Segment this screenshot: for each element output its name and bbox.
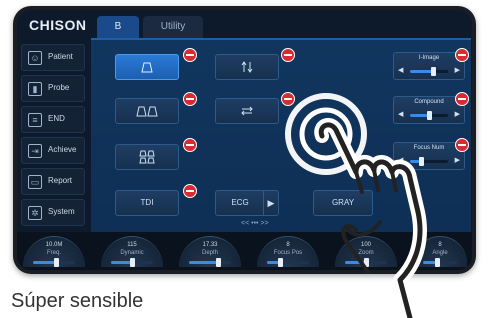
sidebar-item-label: System <box>48 207 75 216</box>
remove-button[interactable] <box>281 48 295 62</box>
tab-b-mode[interactable]: B <box>97 16 139 38</box>
tdi-button[interactable]: TDI <box>115 190 179 216</box>
brand-logo: CHISON <box>29 17 87 33</box>
touch-hand-icon <box>285 93 427 318</box>
tab-utility[interactable]: Utility <box>143 16 203 38</box>
slider-track <box>410 67 448 76</box>
slider-label: I-Image <box>418 55 440 61</box>
knob-value: 10.0M <box>45 242 63 248</box>
knob-level-handle[interactable] <box>130 258 135 267</box>
slider-knob[interactable] <box>430 67 436 76</box>
sidebar-item-patient[interactable]: ☺ Patient <box>21 44 85 71</box>
ecg-label: ECG <box>231 198 249 207</box>
sidebar-item-label: Report <box>48 176 73 185</box>
knob-name: Dynamic <box>120 250 144 256</box>
gear-icon: ✲ <box>28 206 42 220</box>
knob-level <box>189 258 231 267</box>
report-icon: ▭ <box>28 175 42 189</box>
left-arrow-icon[interactable]: ◀ <box>398 66 403 74</box>
right-arrow-icon[interactable]: ▶ <box>455 66 460 74</box>
knob-level <box>111 258 153 267</box>
freq-knob[interactable]: 10.0M Freq. <box>23 236 85 267</box>
sidebar-item-label: Achieve <box>48 145 77 154</box>
depth-knob[interactable]: 17.33 Depth <box>179 236 241 267</box>
knob-name: Depth <box>201 250 218 256</box>
knob-value: 17.33 <box>202 242 218 248</box>
caption: Súper sensible <box>11 290 144 312</box>
flip-button[interactable] <box>215 54 279 80</box>
knob-level-fill <box>189 261 219 264</box>
remove-button[interactable] <box>183 138 197 152</box>
sidebar-item-label: Patient <box>48 52 73 61</box>
sidebar-item-achieve[interactable]: ⇥ Achieve <box>21 137 85 164</box>
dynamic-knob[interactable]: 115 Dynamic <box>101 236 163 267</box>
slider-fill <box>410 70 433 73</box>
image-mode-quad-button[interactable] <box>115 144 179 170</box>
archive-icon: ⇥ <box>28 144 42 158</box>
finger-lines <box>346 168 398 237</box>
swap-arrows-icon <box>241 106 253 116</box>
patient-icon: ☺ <box>28 51 42 65</box>
knob-level-handle[interactable] <box>216 258 222 267</box>
flip-arrows-icon <box>241 60 253 73</box>
knob-value: 115 <box>127 242 137 248</box>
image-mode-single-button[interactable] <box>115 54 179 80</box>
remove-button[interactable] <box>183 184 197 198</box>
knob-level-handle[interactable] <box>54 258 60 267</box>
sidebar-item-report[interactable]: ▭ Report <box>21 168 85 195</box>
sidebar-item-end[interactable]: ≡ END <box>21 106 85 133</box>
remove-button[interactable] <box>455 48 469 62</box>
sidebar-item-label: END <box>48 114 65 123</box>
sidebar: ☺ Patient ▮ Probe ≡ END ⇥ Achieve ▭ Repo… <box>17 40 87 230</box>
sidebar-item-probe[interactable]: ▮ Probe <box>21 75 85 102</box>
knob-level-fill <box>33 261 57 264</box>
remove-button[interactable] <box>183 48 197 62</box>
dual-image-icon <box>136 106 158 117</box>
remove-button[interactable] <box>183 92 197 106</box>
knob-level <box>33 258 75 267</box>
single-image-icon <box>141 62 153 73</box>
end-exam-icon: ≡ <box>28 113 42 127</box>
knob-level-fill <box>111 261 132 264</box>
knob-name: Freq. <box>46 250 61 256</box>
sidebar-item-label: Probe <box>48 83 70 92</box>
quad-image-icon <box>139 150 155 164</box>
sidebar-item-system[interactable]: ✲ System <box>21 199 85 226</box>
probe-icon: ▮ <box>28 82 42 96</box>
image-mode-dual-button[interactable] <box>115 98 179 124</box>
